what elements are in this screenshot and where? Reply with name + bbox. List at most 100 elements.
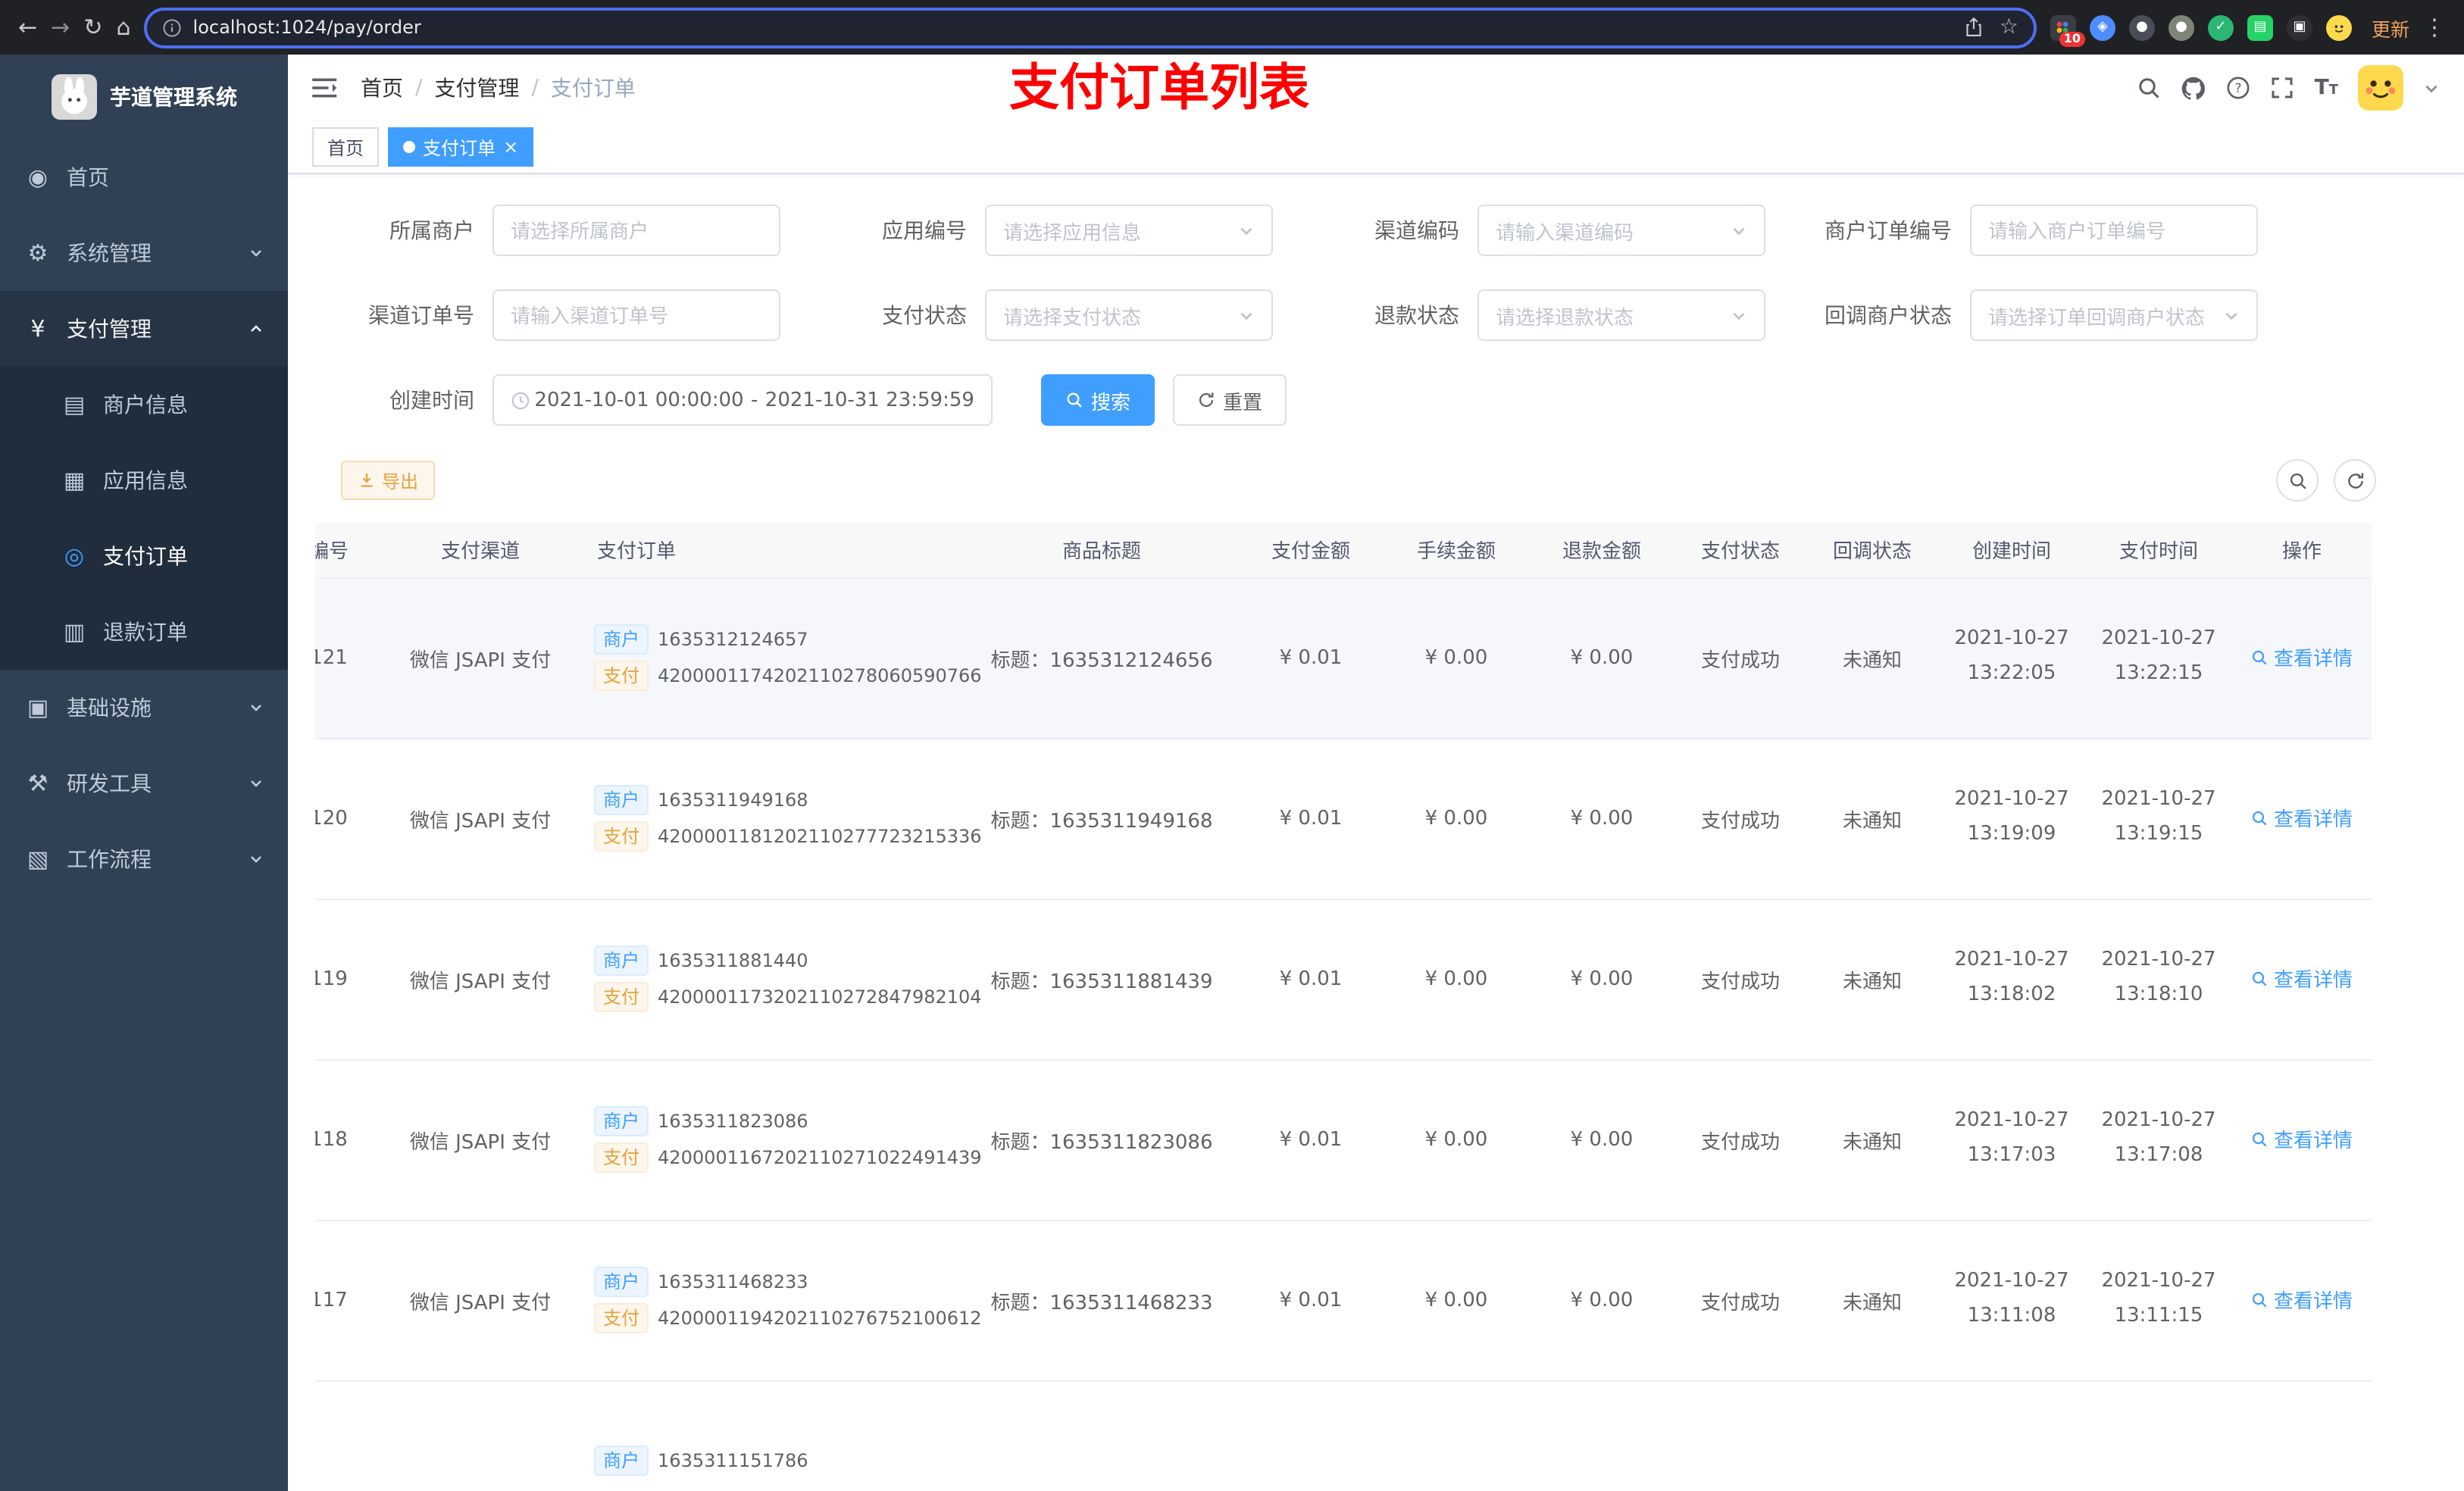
home-icon[interactable]: ⌂ <box>116 15 130 39</box>
merchant-tag: 商户 <box>594 1106 649 1136</box>
table-row: 118 微信 JSAPI 支付 商户 1635311823086 支付 4200… <box>315 1059 2372 1221</box>
credit-card-icon: ▤ <box>63 391 86 418</box>
col-fee: 手续金额 <box>1384 523 1529 578</box>
channel-code-select[interactable]: 请输入渠道编码 <box>1477 205 1765 256</box>
sidebar-item-infra[interactable]: ▣ 基础设施 <box>0 670 288 746</box>
update-button[interactable]: 更新 <box>2372 13 2409 42</box>
sidebar-item-devtools[interactable]: ⚒ 研发工具 <box>0 746 288 821</box>
caret-down-icon[interactable] <box>2423 80 2440 96</box>
merchant-tag: 商户 <box>594 946 649 976</box>
main-content: 所属商户 应用编号 请选择应用信息 渠道编码 请输入渠道编码 <box>288 174 2464 1491</box>
sidebar-item-system[interactable]: ⚙ 系统管理 <box>0 215 288 291</box>
cell-id: 119 <box>315 899 382 1060</box>
hamburger-icon[interactable] <box>312 76 339 100</box>
sidebar-item-pay-order[interactable]: ◎ 支付订单 <box>0 518 288 594</box>
extension-icon-blue[interactable]: ◈ <box>2089 14 2115 40</box>
extension-icon-chat[interactable]: ▤ <box>2247 14 2273 40</box>
reset-button[interactable]: 重置 <box>1173 374 1287 426</box>
cell-callback-status: 未通知 <box>1806 1059 1938 1221</box>
breadcrumb-section[interactable]: 支付管理 <box>434 73 519 103</box>
search-button[interactable]: 搜索 <box>1041 374 1155 426</box>
screen: ← → ↻ ⌂ localhost:1024/pay/order ☆ 10 ◈ … <box>0 0 2464 1491</box>
breadcrumb-home[interactable]: 首页 <box>361 73 403 103</box>
merchant-order-no-input[interactable] <box>1970 205 2258 256</box>
briefcase-icon: ▧ <box>27 846 49 873</box>
sidebar-item-payment[interactable]: ¥ 支付管理 <box>0 291 288 367</box>
view-detail-link[interactable]: 查看详情 <box>2251 1286 2353 1314</box>
forward-icon[interactable]: → <box>51 15 70 39</box>
extension-icon-gray[interactable]: ● <box>2168 14 2194 40</box>
reload-icon[interactable]: ↻ <box>83 15 102 39</box>
extensions-grid-icon[interactable]: 10 <box>2050 14 2085 46</box>
user-avatar[interactable] <box>2358 65 2403 111</box>
gear-icon: ⚙ <box>27 239 48 267</box>
callback-status-select[interactable]: 请选择订单回调商户状态 <box>1970 289 2258 341</box>
cell-callback-status: 未通知 <box>1806 577 1938 739</box>
cell-refund: ¥ 0.00 <box>1529 1220 1674 1381</box>
profile-avatar-icon[interactable] <box>2325 14 2352 40</box>
sidebar-item-refund-order[interactable]: ▥ 退款订单 <box>0 594 288 670</box>
tab-home[interactable]: 首页 <box>312 127 380 167</box>
active-dot <box>403 141 416 153</box>
github-icon[interactable] <box>2181 75 2207 101</box>
view-detail-link[interactable]: 查看详情 <box>2251 1125 2353 1154</box>
tab-pay-order[interactable]: 支付订单 × <box>388 127 534 167</box>
fullscreen-icon[interactable] <box>2271 76 2295 100</box>
cell-channel: 微信 JSAPI 支付 <box>382 1059 579 1221</box>
cell-channel: 微信 JSAPI 支付 <box>382 1220 579 1381</box>
chevron-down-icon <box>1240 311 1252 320</box>
extension-icon-green-check[interactable]: ✓ <box>2207 14 2234 40</box>
col-action: 操作 <box>2232 523 2372 578</box>
col-id: 编号 <box>315 523 382 578</box>
channel-order-no-label: 渠道订单号 <box>368 305 474 329</box>
app-no-select[interactable]: 请选择应用信息 <box>985 205 1273 256</box>
channel-order-no-input[interactable] <box>492 289 780 341</box>
cell-refund: ¥ 0.00 <box>1529 738 1674 899</box>
search-icon[interactable] <box>2137 76 2162 100</box>
cell-refund: ¥ 0.00 <box>1529 577 1674 739</box>
cell-id: 120 <box>315 738 382 899</box>
close-tab-icon[interactable]: × <box>503 138 518 156</box>
refresh-button[interactable] <box>2334 459 2376 502</box>
grid-icon: ▦ <box>63 467 86 494</box>
bookmark-star-icon[interactable]: ☆ <box>2000 15 2018 39</box>
cell-order: 商户 1635311881440 支付 42000011732021102728… <box>579 899 982 1060</box>
toggle-search-button[interactable] <box>2276 459 2319 502</box>
browser-menu-icon[interactable]: ⋮ <box>2423 15 2446 39</box>
merchant-input[interactable] <box>492 205 780 256</box>
svg-text:?: ? <box>2235 81 2242 96</box>
view-detail-link[interactable]: 查看详情 <box>2251 804 2353 833</box>
chevron-up-icon <box>249 321 264 336</box>
breadcrumb-page: 支付订单 <box>550 77 636 102</box>
font-size-icon[interactable]: TT <box>2315 76 2338 100</box>
sidebar-item-home[interactable]: ◉ 首页 <box>0 139 288 215</box>
share-icon[interactable] <box>1965 17 1984 38</box>
sidebar-item-workflow[interactable]: ▧ 工作流程 <box>0 821 288 897</box>
pay-status-select[interactable]: 请选择支付状态 <box>985 289 1273 341</box>
back-icon[interactable]: ← <box>18 15 37 39</box>
table-row: 119 微信 JSAPI 支付 商户 1635311881440 支付 4200… <box>315 899 2372 1060</box>
view-detail-link[interactable]: 查看详情 <box>2251 643 2353 672</box>
site-info-icon[interactable] <box>163 17 183 37</box>
chevron-down-icon <box>1733 227 1745 235</box>
table-body: 121 微信 JSAPI 支付 商户 1635312124657 支付 4200… <box>315 577 2372 1381</box>
cell-create-time: 2021-10-27 13:17:03 <box>1938 1059 2085 1221</box>
sidebar-logo[interactable]: 芋道管理系统 <box>0 55 288 139</box>
sidebar-item-app-info[interactable]: ▦ 应用信息 <box>0 442 288 518</box>
pay-tag: 支付 <box>594 1142 649 1173</box>
extension-icon-dark[interactable]: ● <box>2128 14 2155 40</box>
refund-status-select[interactable]: 请选择退款状态 <box>1477 289 1765 341</box>
merchant-label: 所属商户 <box>389 220 474 244</box>
pay-tag: 支付 <box>594 982 649 1012</box>
sidebar-item-merchant-info[interactable]: ▤ 商户信息 <box>0 367 288 442</box>
address-bar[interactable]: localhost:1024/pay/order ☆ <box>144 7 2037 48</box>
create-time-range-picker[interactable]: 2021-10-01 00:00:00 - 2021-10-31 23:59:5… <box>492 374 993 426</box>
export-button[interactable]: 导出 <box>341 461 436 500</box>
cell-create-time: 2021-10-27 13:22:05 <box>1938 577 2085 739</box>
cell-amount: ¥ 0.01 <box>1238 738 1384 899</box>
cell-fee: ¥ 0.00 <box>1384 1059 1529 1221</box>
cell-pay-status: 支付成功 <box>1674 577 1806 739</box>
extension-icon-pin[interactable]: ▣ <box>2286 14 2312 40</box>
help-icon[interactable]: ? <box>2227 76 2251 100</box>
view-detail-link[interactable]: 查看详情 <box>2251 964 2353 993</box>
